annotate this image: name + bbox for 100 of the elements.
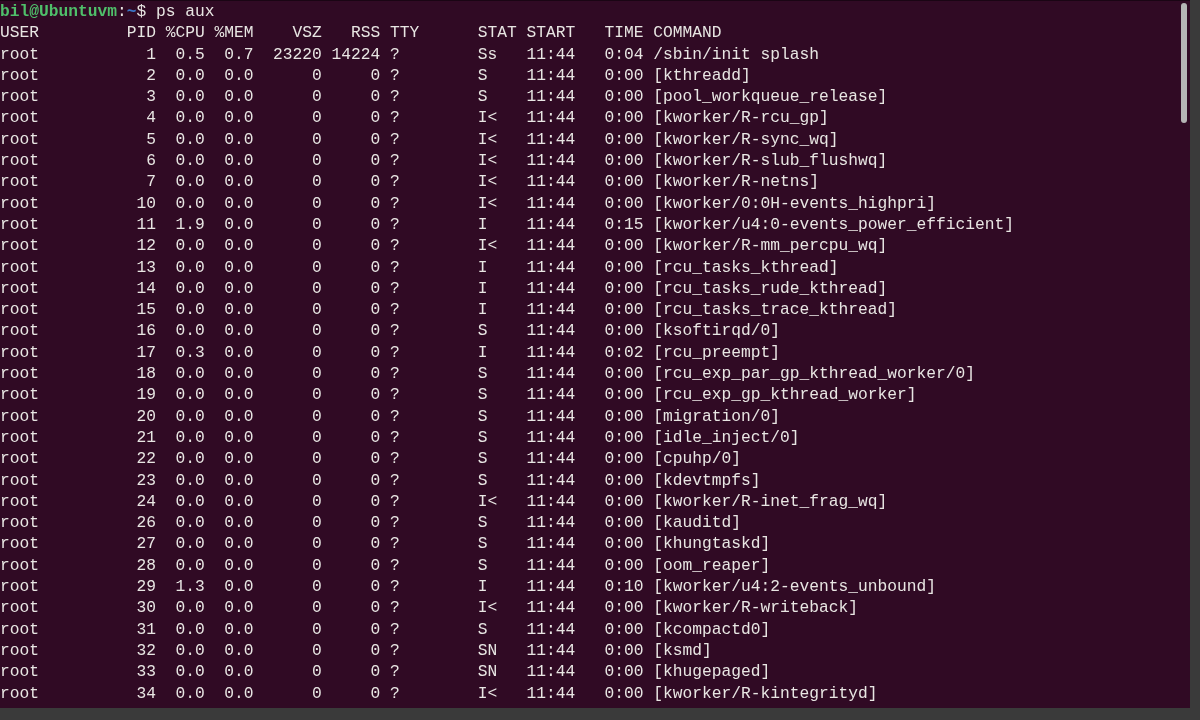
table-cell-text: 0.0 [223,363,254,385]
table-cell-text: [kworker/R-netns] [652,171,820,193]
table-cell-text: ? [389,512,401,534]
table-cell-text: 0:00 [603,384,644,406]
table-cell-text: I [476,256,489,278]
table-cell-text: ? [389,533,401,555]
table-cell-text: 0:10 [603,576,644,598]
column-header: %MEM [213,22,254,44]
table-cell-text: 0.0 [174,618,205,640]
table-cell-text: 0:00 [603,426,644,449]
table-cell-text: I [476,576,489,598]
table-cell-text: root [0,256,40,278]
table-cell-text: 0 [311,341,322,364]
prompt-command: ps aux [156,1,215,23]
table-cell-text: 11:44 [525,43,576,65]
table-cell-text: 0 [369,576,381,598]
table-cell-text: 0 [311,597,322,619]
prompt-user-host: bil@Ubuntuvm [0,1,118,23]
table-cell-text: 24 [135,490,156,513]
table-cell-text: 0 [311,213,322,236]
column-header: START [525,22,576,44]
table-cell-text: 0 [369,469,381,491]
table-cell-text: [cpuhp/0] [652,448,742,470]
table-cell-text: 0 [369,213,381,236]
table-cell-text: 0.0 [223,597,254,619]
table-cell-text: [kworker/R-kintegrityd] [652,682,878,704]
table-cell-text: 0 [369,405,381,427]
prompt-separator: : [117,1,127,23]
table-cell-text: 26 [135,512,156,534]
table-cell-text: 0.0 [223,554,254,576]
table-cell-text: 0:00 [603,192,644,214]
table-cell-text: ? [389,277,401,300]
table-cell-text: 11:44 [525,341,576,364]
table-cell-text: 0 [311,107,322,129]
table-cell-text: 0 [311,128,322,151]
table-cell-text: I< [476,171,499,193]
table-cell-text: S [476,618,489,640]
table-cell-text: /sbin/init splash [652,43,820,65]
table-cell-text: 0:00 [603,639,644,662]
table-cell-text: 11:44 [525,299,576,321]
table-cell-text: 0.0 [223,64,254,87]
table-cell-text: 0 [311,448,322,470]
table-cell-text: 0.0 [174,384,205,406]
table-cell-text: root [0,469,40,491]
table-cell-text: ? [389,64,401,87]
prompt-symbol: $ [136,1,147,23]
table-cell-text: 0 [369,618,381,640]
table-cell-text: 0 [369,363,381,385]
table-cell-text: 11:44 [525,448,576,470]
table-cell-text: 0:00 [603,299,644,321]
table-cell-text: 17 [135,341,156,364]
table-cell-text: 0.0 [223,576,254,598]
table-cell-text: root [0,661,40,683]
table-cell-text: root [0,277,40,300]
table-cell-text: 2 [145,64,156,87]
table-cell-text: 11:44 [525,363,576,385]
table-cell-text: 0 [369,426,381,449]
table-cell-text: 0 [369,512,381,534]
table-cell-text: 0.0 [174,320,205,342]
table-cell-text: 0.0 [223,618,254,640]
table-cell-text: 0 [311,533,322,555]
table-cell-text: 27 [135,533,156,555]
table-cell-text: ? [389,299,401,321]
table-cell-text: 1.9 [174,213,205,236]
table-cell-text: I< [476,150,499,172]
table-cell-text: 0 [311,299,322,321]
table-cell-text: ? [389,150,401,172]
table-cell-text: 0 [311,86,322,108]
table-cell-text: 0.0 [223,341,254,364]
table-cell-text: ? [389,682,401,704]
table-cell-text: root [0,384,40,406]
table-cell-text: 0.3 [174,341,205,364]
table-cell-text: root [0,128,40,151]
table-cell-text: S [476,533,489,555]
table-cell-text: 0:00 [603,128,644,151]
table-cell-text: S [476,469,489,491]
table-cell-text: [kworker/R-sync_wq] [652,128,839,151]
table-cell-text: 0 [369,256,381,278]
table-cell-text: [migration/0] [652,405,781,427]
table-cell-text: [rcu_tasks_rude_kthread] [652,277,888,300]
table-cell-text: ? [389,618,401,640]
table-cell-text: 14224 [330,43,381,65]
prompt-path: ~ [126,1,137,23]
table-cell-text: S [476,86,489,108]
table-cell-text: [kworker/u4:0-events_power_efficient] [652,213,1015,236]
table-cell-text: S [476,448,489,470]
table-cell-text: 11:44 [525,597,576,619]
table-cell-text: 11:44 [525,256,576,278]
table-cell-text: 0.0 [174,426,205,449]
table-cell-text: root [0,341,40,364]
table-cell-text: ? [389,235,401,257]
table-cell-text: 0.0 [223,682,254,704]
table-cell-text: 0 [311,576,322,598]
table-cell-text: 0:00 [603,597,644,619]
scrollbar-thumb[interactable] [1181,3,1187,123]
column-header: RSS [350,22,381,44]
table-cell-text: 20 [135,405,156,427]
table-cell-text: 5 [145,128,156,151]
table-cell-text: 0.0 [174,639,205,662]
table-cell-text: S [476,405,489,427]
